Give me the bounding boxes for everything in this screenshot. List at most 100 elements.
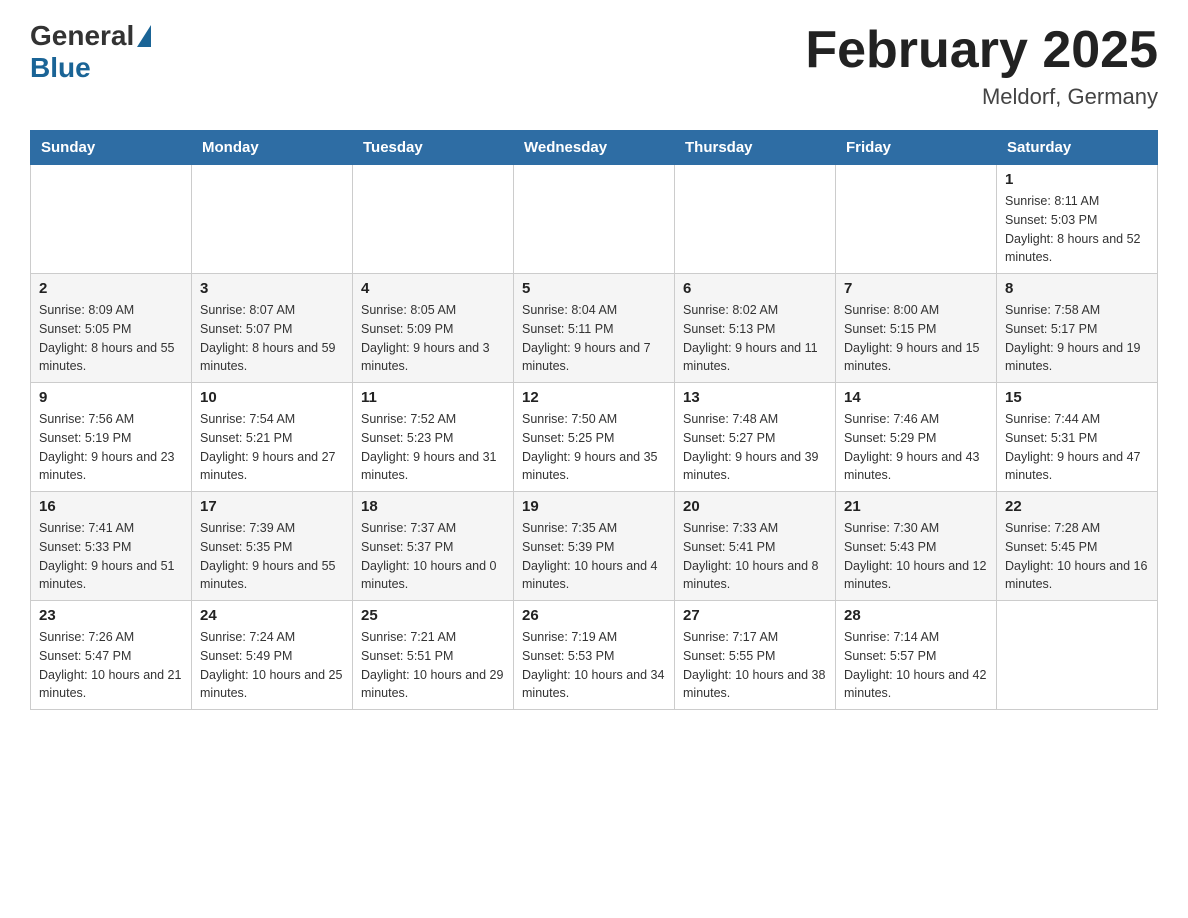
calendar-cell: 27 Sunrise: 7:17 AMSunset: 5:55 PMDayligh…	[675, 601, 836, 710]
day-info: Sunrise: 7:50 AMSunset: 5:25 PMDaylight:…	[522, 410, 666, 485]
calendar-cell: 8 Sunrise: 7:58 AMSunset: 5:17 PMDaylight…	[997, 274, 1158, 383]
day-info: Sunrise: 8:05 AMSunset: 5:09 PMDaylight:…	[361, 301, 505, 376]
day-number: 16	[39, 498, 183, 515]
day-number: 25	[361, 607, 505, 624]
day-number: 10	[200, 389, 344, 406]
calendar-cell: 23 Sunrise: 7:26 AMSunset: 5:47 PMDayligh…	[31, 601, 192, 710]
week-row-3: 16 Sunrise: 7:41 AMSunset: 5:33 PMDayligh…	[31, 492, 1158, 601]
logo: General Blue	[30, 20, 151, 84]
column-header-wednesday: Wednesday	[514, 131, 675, 165]
day-number: 11	[361, 389, 505, 406]
calendar-cell: 15 Sunrise: 7:44 AMSunset: 5:31 PMDayligh…	[997, 383, 1158, 492]
day-number: 28	[844, 607, 988, 624]
calendar-cell: 13 Sunrise: 7:48 AMSunset: 5:27 PMDayligh…	[675, 383, 836, 492]
day-info: Sunrise: 7:41 AMSunset: 5:33 PMDaylight:…	[39, 519, 183, 594]
calendar-cell: 2Sunrise: 8:09 AMSunset: 5:05 PMDaylight…	[31, 274, 192, 383]
column-header-monday: Monday	[192, 131, 353, 165]
day-info: Sunrise: 7:33 AMSunset: 5:41 PMDaylight:…	[683, 519, 827, 594]
column-header-sunday: Sunday	[31, 131, 192, 165]
day-info: Sunrise: 7:35 AMSunset: 5:39 PMDaylight:…	[522, 519, 666, 594]
day-info: Sunrise: 7:30 AMSunset: 5:43 PMDaylight:…	[844, 519, 988, 594]
day-number: 17	[200, 498, 344, 515]
calendar-cell	[353, 165, 514, 274]
calendar-cell	[31, 165, 192, 274]
day-number: 24	[200, 607, 344, 624]
calendar-cell	[192, 165, 353, 274]
day-number: 8	[1005, 280, 1149, 297]
calendar-cell: 20 Sunrise: 7:33 AMSunset: 5:41 PMDayligh…	[675, 492, 836, 601]
logo-triangle-icon	[137, 25, 151, 47]
day-number: 5	[522, 280, 666, 297]
calendar-cell: 18 Sunrise: 7:37 AMSunset: 5:37 PMDayligh…	[353, 492, 514, 601]
day-number: 19	[522, 498, 666, 515]
day-info: Sunrise: 7:21 AMSunset: 5:51 PMDaylight:…	[361, 628, 505, 703]
month-title: February 2025	[805, 20, 1158, 80]
calendar-cell: 4 Sunrise: 8:05 AMSunset: 5:09 PMDaylight…	[353, 274, 514, 383]
column-header-saturday: Saturday	[997, 131, 1158, 165]
calendar-cell: 7 Sunrise: 8:00 AMSunset: 5:15 PMDaylight…	[836, 274, 997, 383]
calendar-cell: 14 Sunrise: 7:46 AMSunset: 5:29 PMDayligh…	[836, 383, 997, 492]
day-info: Sunrise: 7:56 AMSunset: 5:19 PMDaylight:…	[39, 410, 183, 485]
column-header-thursday: Thursday	[675, 131, 836, 165]
day-number: 1	[1005, 171, 1149, 188]
day-number: 7	[844, 280, 988, 297]
calendar-cell	[836, 165, 997, 274]
day-info: Sunrise: 7:19 AMSunset: 5:53 PMDaylight:…	[522, 628, 666, 703]
day-number: 4	[361, 280, 505, 297]
column-header-friday: Friday	[836, 131, 997, 165]
column-header-tuesday: Tuesday	[353, 131, 514, 165]
title-section: February 2025 Meldorf, Germany	[805, 20, 1158, 110]
day-info: Sunrise: 7:48 AMSunset: 5:27 PMDaylight:…	[683, 410, 827, 485]
day-info: Sunrise: 7:58 AMSunset: 5:17 PMDaylight:…	[1005, 301, 1149, 376]
day-info: Sunrise: 7:24 AMSunset: 5:49 PMDaylight:…	[200, 628, 344, 703]
calendar-table: SundayMondayTuesdayWednesdayThursdayFrid…	[30, 130, 1158, 710]
day-number: 14	[844, 389, 988, 406]
day-info: Sunrise: 7:46 AMSunset: 5:29 PMDaylight:…	[844, 410, 988, 485]
day-info: Sunrise: 7:44 AMSunset: 5:31 PMDaylight:…	[1005, 410, 1149, 485]
calendar-cell: 25 Sunrise: 7:21 AMSunset: 5:51 PMDayligh…	[353, 601, 514, 710]
day-number: 20	[683, 498, 827, 515]
week-row-2: 9Sunrise: 7:56 AMSunset: 5:19 PMDaylight…	[31, 383, 1158, 492]
page-header: General Blue February 2025 Meldorf, Germ…	[30, 20, 1158, 110]
day-info: Sunrise: 8:04 AMSunset: 5:11 PMDaylight:…	[522, 301, 666, 376]
logo-blue-text: Blue	[30, 52, 91, 84]
logo-general-word: General	[30, 20, 134, 52]
day-info: Sunrise: 7:26 AMSunset: 5:47 PMDaylight:…	[39, 628, 183, 703]
calendar-cell: 16 Sunrise: 7:41 AMSunset: 5:33 PMDayligh…	[31, 492, 192, 601]
day-number: 18	[361, 498, 505, 515]
day-info: Sunrise: 8:00 AMSunset: 5:15 PMDaylight:…	[844, 301, 988, 376]
day-number: 13	[683, 389, 827, 406]
day-info: Sunrise: 7:37 AMSunset: 5:37 PMDaylight:…	[361, 519, 505, 594]
calendar-cell: 5 Sunrise: 8:04 AMSunset: 5:11 PMDaylight…	[514, 274, 675, 383]
location: Meldorf, Germany	[805, 84, 1158, 110]
day-info: Sunrise: 8:02 AMSunset: 5:13 PMDaylight:…	[683, 301, 827, 376]
calendar-cell: 26Sunrise: 7:19 AMSunset: 5:53 PMDayligh…	[514, 601, 675, 710]
day-info: Sunrise: 7:14 AMSunset: 5:57 PMDaylight:…	[844, 628, 988, 703]
week-row-4: 23 Sunrise: 7:26 AMSunset: 5:47 PMDayligh…	[31, 601, 1158, 710]
calendar-cell: 21 Sunrise: 7:30 AMSunset: 5:43 PMDayligh…	[836, 492, 997, 601]
day-number: 3	[200, 280, 344, 297]
calendar-cell	[997, 601, 1158, 710]
day-number: 23	[39, 607, 183, 624]
week-row-0: 1 Sunrise: 8:11 AMSunset: 5:03 PMDaylight…	[31, 165, 1158, 274]
day-info: Sunrise: 8:09 AMSunset: 5:05 PMDaylight:…	[39, 301, 183, 376]
calendar-cell: 3Sunrise: 8:07 AMSunset: 5:07 PMDaylight…	[192, 274, 353, 383]
day-number: 22	[1005, 498, 1149, 515]
day-number: 21	[844, 498, 988, 515]
calendar-cell: 22Sunrise: 7:28 AMSunset: 5:45 PMDayligh…	[997, 492, 1158, 601]
day-number: 6	[683, 280, 827, 297]
calendar-cell: 28 Sunrise: 7:14 AMSunset: 5:57 PMDayligh…	[836, 601, 997, 710]
calendar-cell: 6 Sunrise: 8:02 AMSunset: 5:13 PMDaylight…	[675, 274, 836, 383]
calendar-cell	[675, 165, 836, 274]
calendar-cell: 17Sunrise: 7:39 AMSunset: 5:35 PMDayligh…	[192, 492, 353, 601]
day-number: 27	[683, 607, 827, 624]
day-info: Sunrise: 7:17 AMSunset: 5:55 PMDaylight:…	[683, 628, 827, 703]
day-number: 15	[1005, 389, 1149, 406]
calendar-cell: 1 Sunrise: 8:11 AMSunset: 5:03 PMDaylight…	[997, 165, 1158, 274]
day-info: Sunrise: 8:11 AMSunset: 5:03 PMDaylight:…	[1005, 192, 1149, 267]
day-info: Sunrise: 7:54 AMSunset: 5:21 PMDaylight:…	[200, 410, 344, 485]
day-number: 12	[522, 389, 666, 406]
week-row-1: 2Sunrise: 8:09 AMSunset: 5:05 PMDaylight…	[31, 274, 1158, 383]
logo-general-text: General	[30, 20, 151, 52]
calendar-cell: 10 Sunrise: 7:54 AMSunset: 5:21 PMDayligh…	[192, 383, 353, 492]
